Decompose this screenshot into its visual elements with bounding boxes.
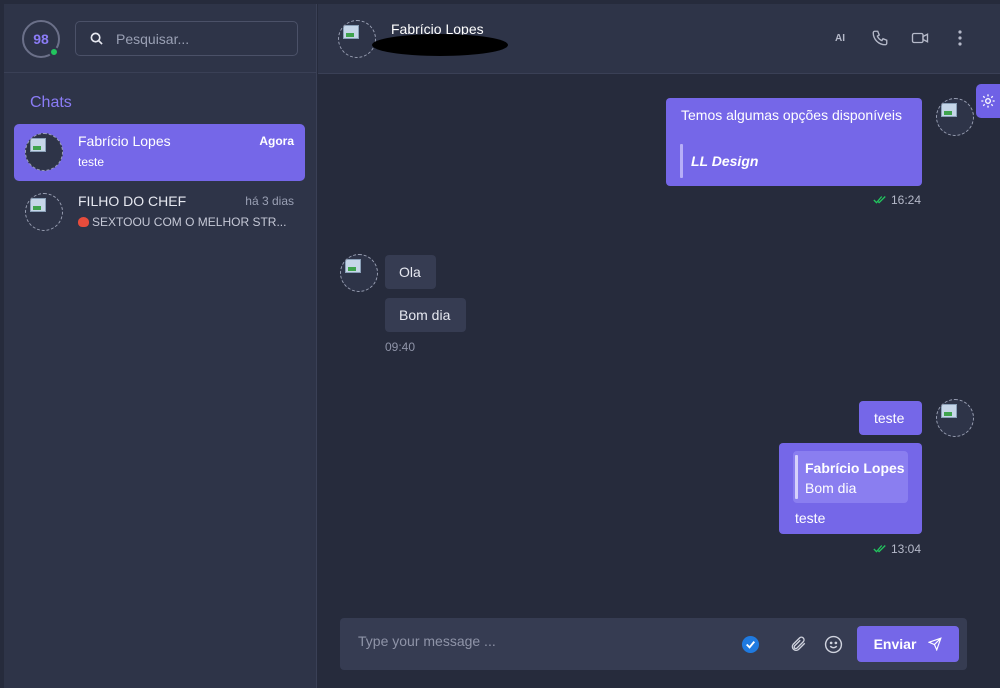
message-text: teste — [795, 510, 826, 526]
broken-image-icon — [941, 103, 957, 117]
phone-icon — [872, 30, 888, 46]
grammar-check-button[interactable] — [740, 634, 760, 654]
message-text: Bom dia — [399, 307, 451, 323]
broken-image-icon — [30, 198, 46, 212]
avatar — [25, 193, 63, 231]
redacted-status — [372, 34, 508, 56]
vertical-dots-icon — [958, 30, 962, 46]
emoji-button[interactable] — [823, 634, 843, 654]
broken-image-icon — [345, 259, 361, 273]
chat-preview-text: SEXTOOU COM O MELHOR STR... — [92, 215, 287, 229]
gear-icon — [981, 94, 995, 108]
call-button[interactable] — [870, 28, 890, 48]
search-icon — [90, 32, 103, 45]
paperclip-icon — [791, 636, 806, 651]
incoming-message: Ola — [385, 255, 436, 289]
settings-tab[interactable] — [976, 84, 1000, 118]
read-ticks-icon — [873, 545, 886, 553]
send-icon — [928, 637, 943, 651]
check-circle-icon — [741, 635, 759, 653]
message-time-text: 09:40 — [385, 340, 416, 354]
message-time: 09:40 — [385, 340, 415, 354]
broken-image-icon — [343, 25, 359, 39]
online-indicator — [49, 47, 59, 57]
sidebar: 98 Chats Fabrício Lopes Agora teste FILH… — [4, 4, 317, 688]
broken-image-icon — [941, 404, 957, 418]
attach-button[interactable] — [788, 634, 808, 654]
my-avatar — [936, 399, 974, 437]
search-input[interactable] — [116, 30, 286, 47]
user-badge: 98 — [33, 31, 49, 47]
ai-button[interactable]: AI — [830, 28, 850, 48]
chat-name: FILHO DO CHEF — [78, 193, 187, 209]
message-quote: LL Design — [691, 153, 759, 169]
message-text: Temos algumas opções disponíveis — [681, 107, 903, 123]
broken-image-icon — [30, 138, 46, 152]
reply-preview[interactable]: Fabrício Lopes Bom dia — [793, 451, 908, 503]
outgoing-reply-message: Fabrício Lopes Bom dia teste — [779, 443, 922, 534]
send-button[interactable]: Enviar — [857, 626, 959, 662]
header-actions: AI — [830, 28, 970, 48]
message-composer: Enviar — [340, 618, 967, 670]
chat-preview: SEXTOOU COM O MELHOR STR... — [78, 215, 298, 229]
message-time-text: 16:24 — [891, 193, 922, 207]
reply-text: Bom dia — [805, 480, 857, 496]
contact-avatar[interactable] — [338, 20, 376, 58]
sidebar-header: 98 — [4, 4, 316, 73]
more-options-button[interactable] — [950, 28, 970, 48]
message-time: 13:04 — [873, 542, 921, 556]
chat-header: Fabrício Lopes AI — [318, 4, 1000, 74]
outgoing-message: teste — [859, 401, 922, 435]
message-text: Ola — [399, 264, 421, 280]
video-call-button[interactable] — [910, 28, 930, 48]
message-time: 16:24 — [873, 193, 921, 207]
message-time-text: 13:04 — [891, 542, 922, 556]
video-icon — [911, 32, 929, 44]
incoming-message: Bom dia — [385, 298, 466, 332]
emoji-icon — [78, 217, 89, 227]
quote-bar — [680, 144, 683, 178]
avatar — [25, 133, 63, 171]
reply-author: Fabrício Lopes — [805, 460, 905, 476]
chat-list-item[interactable]: Fabrício Lopes Agora teste — [14, 124, 305, 181]
outgoing-message: Temos algumas opções disponíveis LL Desi… — [666, 98, 922, 186]
ai-label: AI — [835, 32, 845, 44]
chat-time: há 3 dias — [245, 194, 294, 208]
my-avatar — [936, 98, 974, 136]
smiley-icon — [824, 635, 842, 653]
message-text: teste — [874, 410, 905, 426]
quote-bar — [795, 455, 798, 499]
contact-message-avatar — [340, 254, 378, 292]
chats-section-title: Chats — [30, 94, 72, 111]
message-input[interactable] — [358, 633, 718, 649]
chat-list-item[interactable]: FILHO DO CHEF há 3 dias SEXTOOU COM O ME… — [14, 184, 305, 241]
search-box[interactable] — [75, 21, 298, 56]
read-ticks-icon — [873, 196, 886, 204]
user-avatar[interactable]: 98 — [22, 20, 60, 58]
chat-preview: teste — [78, 155, 105, 169]
send-label: Enviar — [873, 636, 917, 652]
chat-name: Fabrício Lopes — [78, 133, 171, 149]
chat-time: Agora — [259, 134, 294, 148]
